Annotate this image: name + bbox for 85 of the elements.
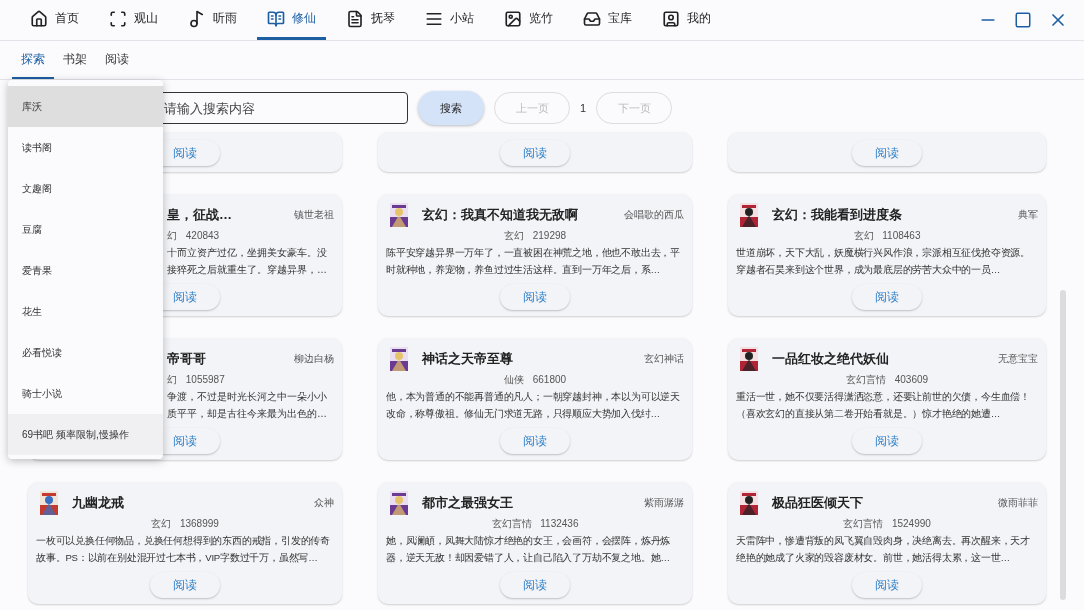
scrollbar[interactable]: [1060, 290, 1066, 600]
book-description: 她，凤澜頔，凤舞大陆惊才绝艳的女王，会画符，会摆阵，炼丹炼器，逆天无敌！却因爱错了人，让自己陷入了万劫不复之地。她…: [386, 534, 672, 565]
read-button[interactable]: 阅读: [500, 140, 570, 166]
book-title: 帝哥哥: [167, 350, 206, 368]
home-icon: [30, 9, 48, 28]
book-author: 众神: [314, 496, 334, 510]
book-title: 神话之天帝至尊: [422, 350, 513, 368]
book-title: 皇，征战…: [167, 206, 232, 224]
book-meta: 仙侠 661800: [502, 373, 568, 387]
book-author: 柳边白杨: [294, 352, 334, 366]
book-author: 紫雨潺潺: [644, 496, 684, 510]
book-title: 一品红妆之绝代妖仙: [772, 350, 889, 368]
book-meta: 玄幻言情 403609: [844, 373, 930, 387]
menu-item[interactable]: 必看悦读: [8, 332, 163, 373]
book-author: 会唱歌的西瓜: [624, 208, 684, 222]
read-button[interactable]: 阅读: [150, 572, 220, 598]
book-author: 无意宝宝: [998, 352, 1038, 366]
book-description: 陈平安穿越异界一万年了，一直被困在神荒之地，他也不敢出去，平时就种地，养宠物，养鱼过过生活这样。直到一万年之后，系…: [386, 246, 681, 277]
book-meta: 玄幻言情 1524990: [842, 517, 932, 531]
search-button[interactable]: 搜索: [418, 91, 484, 125]
book-title: 玄幻：我真不知道我无敌啊: [422, 206, 578, 224]
nav-tab[interactable]: 宝库: [573, 0, 642, 40]
read-button[interactable]: 阅读: [852, 428, 922, 454]
book-meta: 玄幻 219298: [502, 229, 568, 243]
document-icon: [346, 9, 364, 28]
music-note-icon: [188, 9, 206, 28]
book-meta: 玄幻言情 1132436: [490, 517, 580, 531]
book-author: 典军: [1018, 208, 1038, 222]
read-button[interactable]: 阅读: [852, 572, 922, 598]
nav-label: 修仙: [292, 10, 316, 27]
nav-label: 观山: [134, 10, 158, 27]
book-description: 重活一世，她不仅要活得潇洒恣意，还要让前世的欠债，今生血偿！（喜欢玄幻的直接从第二卷开始看就是。）惊才艳绝的她遭…: [736, 390, 1031, 421]
read-button[interactable]: 阅读: [852, 140, 922, 166]
book-author: 微雨菲菲: [998, 496, 1038, 510]
book-title: 玄幻：我能看到进度条: [772, 206, 902, 224]
nav-label: 抚琴: [371, 10, 395, 27]
book-author: 玄幻神话: [644, 352, 684, 366]
menu-item[interactable]: 文趣阁: [8, 168, 163, 209]
read-button[interactable]: 阅读: [500, 428, 570, 454]
nav-tab[interactable]: 抚琴: [336, 0, 405, 40]
book-title: 都市之最强女王: [422, 494, 513, 512]
menu-item[interactable]: 库沃: [8, 86, 163, 127]
sub-tab[interactable]: 书架: [54, 41, 96, 79]
book-description: 一枚可以兑换任何物品，兑换任何想得到的东西的戒指，引发的传奇故事。PS：以前在别处混开过七本书，VIP字数过千万，虽然写…: [36, 534, 331, 565]
book-meta: 玄幻 1368999: [150, 517, 220, 531]
book-description: 接猝死之后就重生了。穿越异界，…: [167, 263, 327, 277]
book-description: 十而立资产过亿，坐拥美女豪车。没: [167, 246, 327, 260]
page-number: 1: [580, 102, 587, 114]
nav-label: 我的: [687, 10, 711, 27]
sub-tab[interactable]: 阅读: [96, 41, 138, 79]
read-button[interactable]: 阅读: [500, 572, 570, 598]
book-meta: 幻 1055987: [167, 373, 226, 387]
book-title: 极品狂医倾天下: [772, 494, 863, 512]
nav-label: 首页: [55, 10, 79, 27]
maximize-icon[interactable]: [1014, 11, 1032, 29]
book-description: 世道崩坏，天下大乱，妖魔横行兴风作浪，宗派相互征伐抢夺资源。穿越者石昊来到这个世界，成为最底层的劳苦大众中的一员…: [736, 246, 1031, 277]
nav-tab[interactable]: 听雨: [178, 0, 247, 40]
nav-tab[interactable]: 修仙: [257, 0, 326, 40]
scan-frame-icon: [109, 9, 127, 28]
book-title: 九幽龙戒: [72, 494, 124, 512]
read-button[interactable]: 阅读: [500, 284, 570, 310]
nav-label: 宝库: [608, 10, 632, 27]
nav-label: 览竹: [529, 10, 553, 27]
nav-tab[interactable]: 我的: [652, 0, 721, 40]
open-book-icon: [267, 9, 285, 28]
book-description: 他，本为普通的不能再普通的凡人；一朝穿越封神，本以为可以逆天改命，称尊傲祖。修仙无门求道无路，只得顺应大势加入伐纣…: [386, 390, 681, 421]
book-description: 天雷阵中，惨遭背叛的凤飞翼自毁肉身，决绝离去。再次醒来，天才绝艳的她成了火家的毁容废材女。前世，她活得太累，这一世…: [736, 534, 1031, 565]
book-meta: 幻 420843: [167, 229, 221, 243]
book-description: 争渡，不过是时光长河之中一朵小小: [167, 390, 327, 404]
image-icon: [504, 9, 522, 28]
user-icon: [662, 9, 680, 28]
menu-item[interactable]: 骑士小说: [8, 373, 163, 414]
book-meta: 玄幻 1108463: [852, 229, 922, 243]
nav-tab[interactable]: 览竹: [494, 0, 563, 40]
read-button[interactable]: 阅读: [852, 284, 922, 310]
nav-label: 听雨: [213, 10, 237, 27]
menu-item[interactable]: 豆腐: [8, 209, 163, 250]
nav-tab[interactable]: 观山: [99, 0, 168, 40]
book-author: 镇世老祖: [294, 208, 334, 222]
nav-label: 小站: [450, 10, 474, 27]
nav-tab[interactable]: 小站: [415, 0, 484, 40]
book-description: 质平平，却是古往今来最为出色的…: [167, 407, 327, 421]
nav-tab[interactable]: 首页: [20, 0, 89, 40]
menu-item[interactable]: 69书吧 频率限制,慢操作: [8, 414, 163, 455]
inbox-icon: [583, 9, 601, 28]
